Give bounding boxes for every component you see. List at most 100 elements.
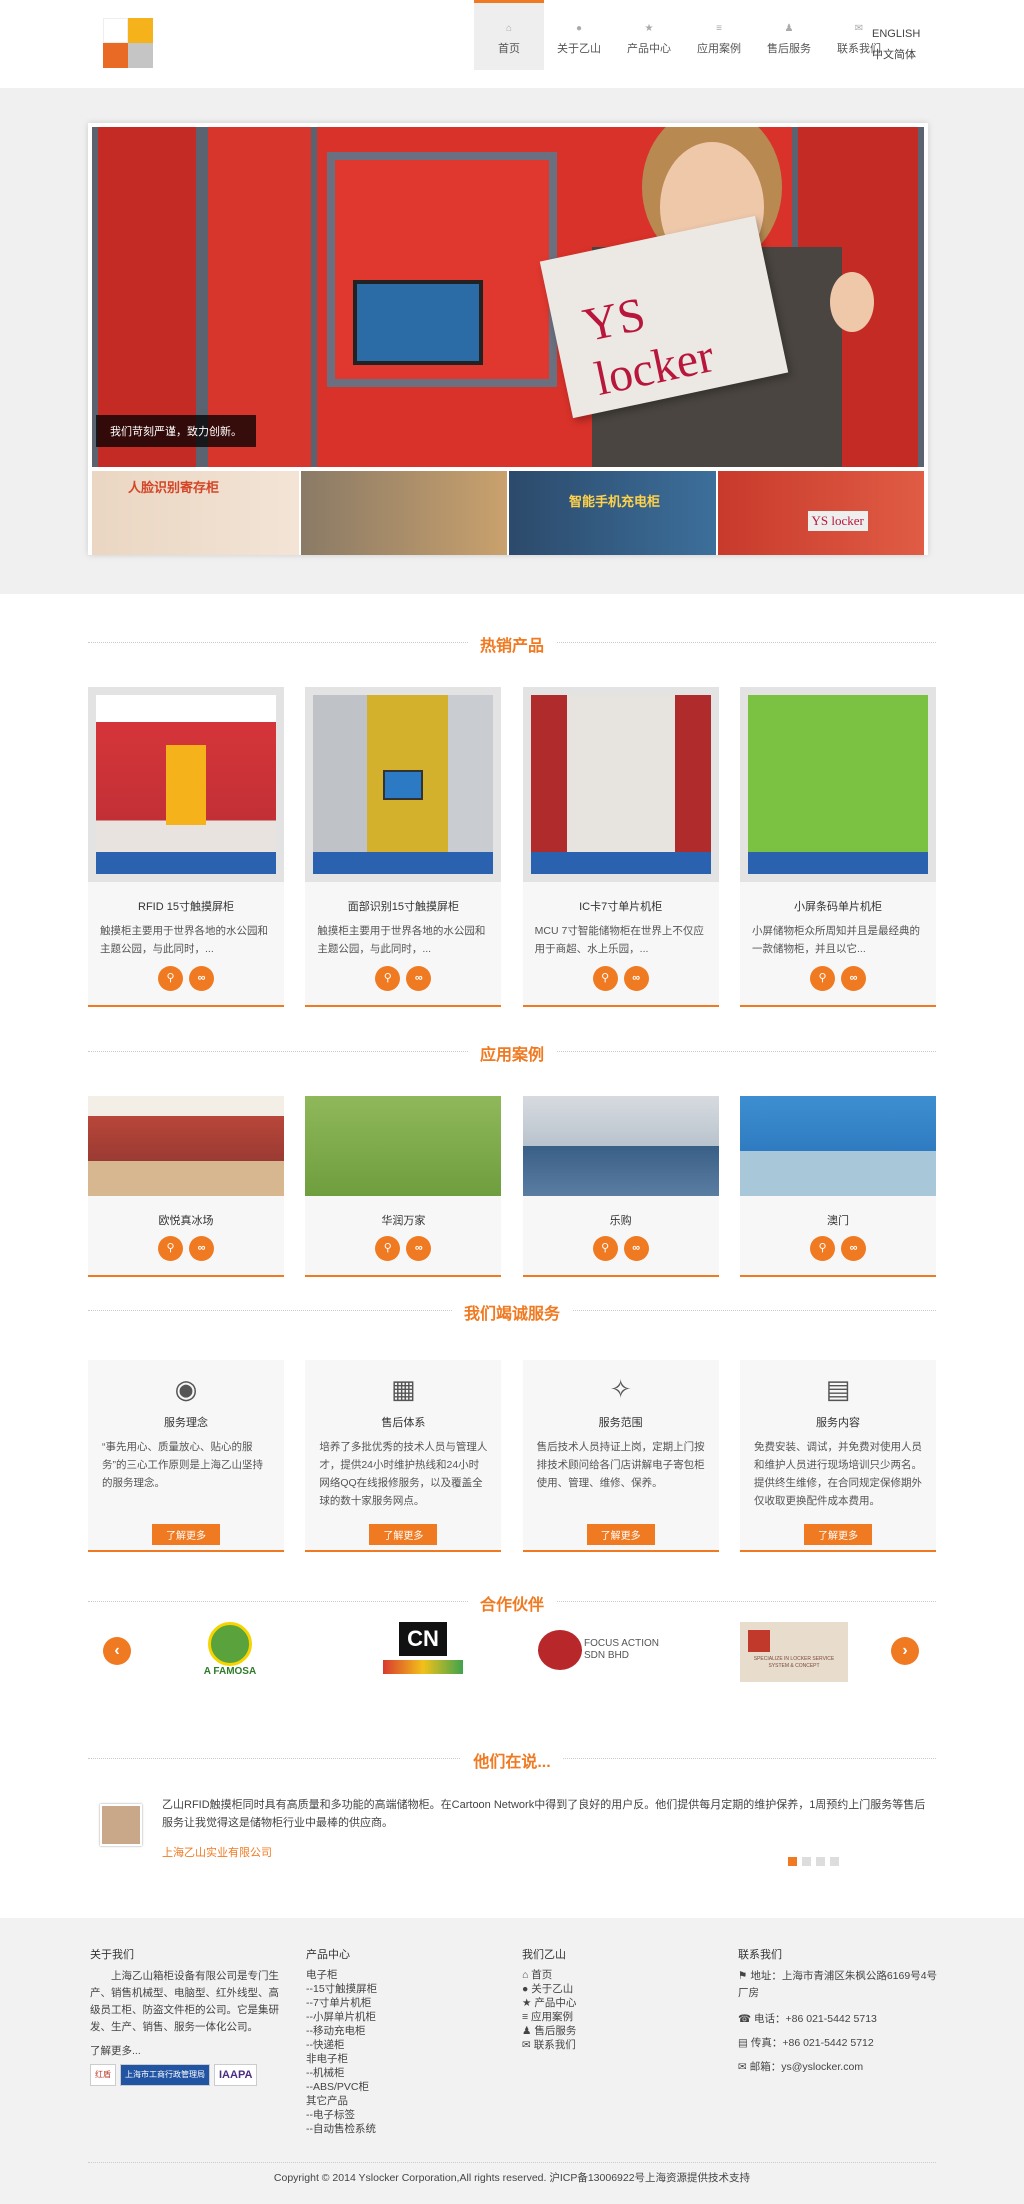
link-icon[interactable]: ∞ xyxy=(189,1236,214,1261)
learn-more-button[interactable]: 了解更多 xyxy=(803,1524,872,1545)
footer-heading: 联系我们 xyxy=(738,1949,782,1961)
learn-more-button[interactable]: 了解更多 xyxy=(586,1524,655,1545)
footer-link[interactable]: --自动售检系统 xyxy=(306,2122,506,2136)
zoom-icon[interactable]: ⚲ xyxy=(592,966,618,991)
zoom-icon[interactable]: ⚲ xyxy=(809,1236,835,1261)
badge-iaapa[interactable]: IAAPA xyxy=(214,2064,258,2086)
badge-shanghai-aic[interactable]: 上海市工商行政管理局 xyxy=(120,2064,210,2086)
nav-label: 首页 xyxy=(498,43,520,55)
product-image[interactable] xyxy=(305,687,502,882)
product-title[interactable]: IC卡7寸单片机柜 xyxy=(523,898,719,914)
footer-link[interactable]: 其它产品 xyxy=(306,2094,506,2108)
badge-red-shield[interactable]: 红盾 xyxy=(90,2064,116,2086)
footer-link[interactable]: ♟ 售后服务 xyxy=(522,2024,722,2038)
pager-dot[interactable] xyxy=(788,1857,797,1866)
link-icon[interactable]: ∞ xyxy=(406,966,432,991)
thumbnail-3[interactable]: 智能手机充电柜 xyxy=(509,471,716,555)
footer-link[interactable]: ⌂ 首页 xyxy=(522,1968,722,1982)
case-title[interactable]: 华润万家 xyxy=(305,1212,501,1228)
case-title[interactable]: 欧悦真冰场 xyxy=(88,1212,284,1228)
footer-link[interactable]: --电子标签 xyxy=(306,2108,506,2122)
footer-link[interactable]: --ABS/PVC柜 xyxy=(306,2080,506,2094)
product-title[interactable]: 面部识别15寸触摸屏柜 xyxy=(305,898,501,914)
footer-link[interactable]: --15寸触摸屏柜 xyxy=(306,1982,506,1996)
footer-more-link[interactable]: 了解更多... xyxy=(90,2044,286,2058)
pager-dot[interactable] xyxy=(816,1857,825,1866)
case-actions: ⚲ ∞ xyxy=(740,1228,936,1275)
footer-link[interactable]: --移动充电柜 xyxy=(306,2024,506,2038)
footer-link-label: 应用案例 xyxy=(531,2011,574,2023)
footer-link[interactable]: ★ 产品中心 xyxy=(522,1996,722,2010)
nav-item-about[interactable]: ● 关于乙山 xyxy=(544,0,614,70)
link-icon[interactable]: ∞ xyxy=(840,966,866,991)
case-image[interactable] xyxy=(88,1096,284,1196)
zoom-icon[interactable]: ⚲ xyxy=(158,966,183,991)
learn-more-button[interactable]: 了解更多 xyxy=(152,1524,220,1545)
product-card: IC卡7寸单片机柜 MCU 7寸智能储物柜在世界上不仅应用于商超、水上乐园，..… xyxy=(522,687,719,1007)
thumbnail-1[interactable]: 人脸识别寄存柜 xyxy=(92,471,299,555)
footer-link[interactable]: ≡ 应用案例 xyxy=(522,2010,722,2024)
learn-more-button[interactable]: 了解更多 xyxy=(369,1524,438,1545)
nav-item-home[interactable]: ⌂ 首页 xyxy=(474,0,544,70)
link-icon[interactable]: ∞ xyxy=(189,966,214,991)
partner-logo[interactable]: FOCUS ACTION SDN BHD xyxy=(538,1622,678,1684)
footer-about: 关于我们 上海乙山箱柜设备有限公司是专门生产、销售机械型、电脑型、红外线型、高级… xyxy=(90,1948,286,2086)
case-image[interactable] xyxy=(305,1096,502,1196)
lang-chinese-link[interactable]: 中文简体 xyxy=(872,45,920,66)
product-image[interactable] xyxy=(522,687,719,882)
lang-english-link[interactable]: ENGLISH xyxy=(872,24,920,45)
footer-link[interactable]: --小屏单片机柜 xyxy=(306,2010,506,2024)
case-image[interactable] xyxy=(739,1096,936,1196)
thumbnail-4[interactable]: YS locker xyxy=(717,471,924,555)
product-title[interactable]: RFID 15寸触摸屏柜 xyxy=(88,898,284,914)
link-icon[interactable]: ∞ xyxy=(623,966,649,991)
zoom-icon[interactable]: ⚲ xyxy=(158,1236,183,1261)
footer-link[interactable]: 非电子柜 xyxy=(306,2052,506,2066)
service-desc: 培养了多批优秀的技术人员与管理人才，提供24小时维护热线和24小时网络QQ在线报… xyxy=(319,1441,488,1507)
eye-icon: ◉ xyxy=(174,1374,198,1404)
grid-icon: ▦ xyxy=(391,1374,416,1404)
case-title[interactable]: 澳门 xyxy=(740,1212,936,1228)
link-icon[interactable]: ∞ xyxy=(623,1236,649,1261)
product-title[interactable]: 小屏条码单片机柜 xyxy=(740,898,936,914)
partner-logo[interactable]: CN xyxy=(378,1622,468,1684)
logo[interactable] xyxy=(103,18,157,72)
nav-item-service[interactable]: ♟ 售后服务 xyxy=(754,0,824,70)
service-card: ◉ 服务理念 “事先用心、质量放心、贴心的服务”的三心工作原则是上海乙山坚持的服… xyxy=(88,1360,284,1552)
product-image[interactable] xyxy=(88,687,284,882)
service-desc: 售后技术人员持证上岗，定期上门按排技术顾问给各门店讲解电子寄包柜使用、管理、维修… xyxy=(536,1441,705,1489)
nav-item-products[interactable]: ★ 产品中心 xyxy=(614,0,684,70)
link-icon[interactable]: ∞ xyxy=(406,1236,432,1261)
partner-logo-text: CN xyxy=(399,1622,447,1656)
footer-link[interactable]: --快递柜 xyxy=(306,2038,506,2052)
phone-icon: ☎ xyxy=(738,2013,754,2025)
pager-dot[interactable] xyxy=(830,1857,839,1866)
footer-link[interactable]: --7寸单片机柜 xyxy=(306,1996,506,2010)
zoom-icon[interactable]: ⚲ xyxy=(375,966,401,991)
nav-item-cases[interactable]: ≡ 应用案例 xyxy=(684,0,754,70)
partners-carousel: ‹ A FAMOSA CN FOCUS ACTION SDN BHD SPECI… xyxy=(100,1620,926,1690)
footer-link[interactable]: --机械柜 xyxy=(306,2066,506,2080)
thumbnail-label: YS locker xyxy=(807,511,868,531)
footer-link[interactable]: ● 关于乙山 xyxy=(522,1982,722,1996)
thumbnail-2[interactable] xyxy=(300,471,507,555)
link-icon[interactable]: ∞ xyxy=(840,1236,866,1261)
chevron-right-icon[interactable]: › xyxy=(891,1637,919,1665)
hero-image[interactable]: YS locker 我们苛刻严谨，致力创新。 xyxy=(92,127,924,467)
zoom-icon[interactable]: ⚲ xyxy=(375,1236,401,1261)
magic-wand-icon: ✧ xyxy=(609,1374,632,1404)
partner-logo[interactable]: SPECIALIZE IN LOCKER SERVICE SYSTEM & CO… xyxy=(740,1622,848,1682)
zoom-icon[interactable]: ⚲ xyxy=(809,966,835,991)
chevron-left-icon[interactable]: ‹ xyxy=(103,1637,131,1665)
zoom-icon[interactable]: ⚲ xyxy=(592,1236,618,1261)
footer-divider xyxy=(88,2162,936,2163)
footer-email-text[interactable]: 邮箱：ys@yslocker.com xyxy=(750,2061,863,2073)
footer-link[interactable]: ✉ 联系我们 xyxy=(522,2038,722,2052)
case-image[interactable] xyxy=(522,1096,719,1196)
product-photo xyxy=(96,695,276,874)
case-title[interactable]: 乐购 xyxy=(523,1212,719,1228)
pager-dot[interactable] xyxy=(802,1857,811,1866)
footer-link[interactable]: 电子柜 xyxy=(306,1968,506,1982)
partner-logo[interactable]: A FAMOSA xyxy=(200,1622,260,1684)
product-image[interactable] xyxy=(739,687,936,882)
